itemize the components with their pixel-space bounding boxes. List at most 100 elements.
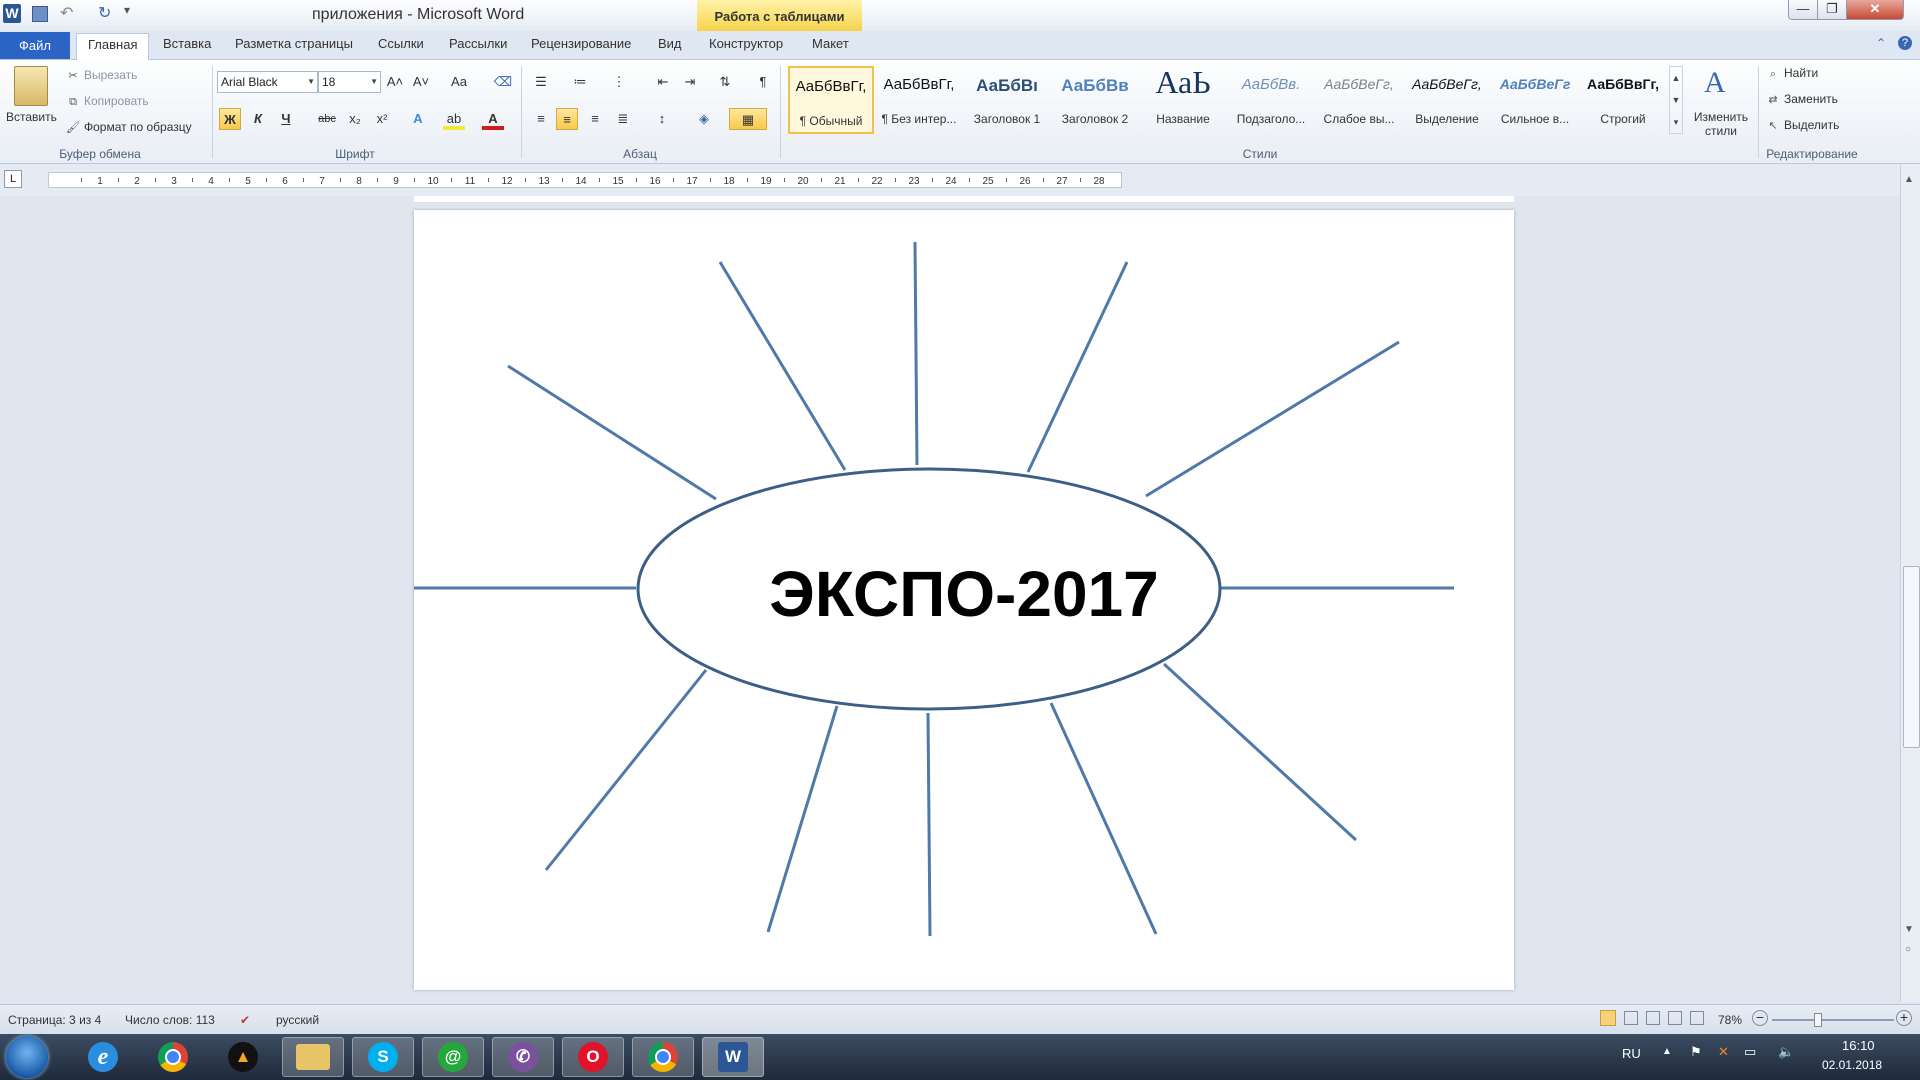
diagram-ray[interactable]: [507, 364, 717, 501]
styles-scroll-arrows[interactable]: ▲ ▼ ▾: [1669, 66, 1683, 134]
language-indicator[interactable]: русский: [276, 1013, 319, 1027]
diagram-title[interactable]: ЭКСПО-2017: [769, 558, 1158, 630]
font-color-icon[interactable]: A: [482, 108, 504, 130]
italic-button[interactable]: К: [247, 108, 269, 130]
change-case-button[interactable]: Aa: [448, 71, 470, 93]
web-view-icon[interactable]: [1646, 1011, 1660, 1025]
strikethrough-button[interactable]: abc: [316, 108, 338, 130]
change-styles-button[interactable]: Изменить стили: [1688, 110, 1754, 138]
style-title[interactable]: АаЬ Название: [1140, 64, 1226, 134]
document-page[interactable]: ЭКСПО-2017: [414, 210, 1514, 990]
network-icon[interactable]: ▭: [1744, 1044, 1756, 1060]
font-size-combo[interactable]: 18 ▼: [318, 71, 381, 93]
tab-mailings[interactable]: Рассылки: [449, 36, 507, 51]
diagram-ray[interactable]: [1026, 261, 1129, 473]
outline-view-icon[interactable]: [1668, 1011, 1682, 1025]
diagram-ray[interactable]: [913, 241, 919, 466]
vertical-scrollbar[interactable]: ▲ ▼ ○: [1900, 164, 1920, 1002]
subscript-button[interactable]: x₂: [344, 108, 366, 130]
customize-toolbar-icon[interactable]: ▾: [124, 3, 130, 23]
style-strong[interactable]: АаБбВвГг, Строгий: [1580, 66, 1666, 134]
zoom-slider-track[interactable]: [1772, 1013, 1894, 1027]
scroll-thumb[interactable]: [1903, 566, 1920, 748]
find-button[interactable]: ⌕ Найти: [1766, 66, 1818, 80]
style-no-spacing[interactable]: АаБбВвГг, ¶ Без интер...: [876, 66, 962, 134]
zoom-out-icon[interactable]: −: [1752, 1010, 1768, 1026]
browse-object-icon[interactable]: ○: [1905, 944, 1911, 955]
draft-view-icon[interactable]: [1690, 1011, 1704, 1025]
save-icon[interactable]: [32, 6, 48, 22]
style-subtitle[interactable]: АаБбВв. Подзаголо...: [1228, 66, 1314, 134]
tray-show-hidden-icon[interactable]: ▲: [1662, 1046, 1672, 1057]
grow-font-button[interactable]: A˄: [384, 71, 406, 93]
tab-table-design[interactable]: Конструктор: [709, 36, 783, 51]
paste-button[interactable]: Вставить: [6, 110, 57, 124]
sort-icon[interactable]: ⇅: [714, 71, 736, 93]
line-spacing-icon[interactable]: ↕: [651, 108, 673, 130]
justify-icon[interactable]: ≣: [612, 108, 634, 130]
file-explorer-icon[interactable]: [282, 1037, 344, 1077]
show-formatting-icon[interactable]: ¶: [752, 71, 774, 93]
agent-mail-icon[interactable]: @: [422, 1037, 484, 1077]
tab-insert[interactable]: Вставка: [163, 36, 211, 51]
word-app-icon[interactable]: W: [3, 4, 21, 23]
style-normal[interactable]: АаБбВвГг, ¶ Обычный: [788, 66, 874, 134]
format-painter-button[interactable]: 🖌 Формат по образцу: [66, 120, 192, 134]
zoom-in-icon[interactable]: +: [1896, 1010, 1912, 1026]
expo-diagram[interactable]: ЭКСПО-2017: [414, 210, 1514, 990]
zoom-slider-thumb[interactable]: [1814, 1013, 1823, 1027]
decrease-indent-icon[interactable]: ⇤: [652, 71, 674, 93]
bullets-icon[interactable]: ☰: [530, 71, 552, 93]
word-taskbar-icon[interactable]: W: [702, 1037, 764, 1077]
borders-icon[interactable]: ▦: [729, 108, 767, 130]
shrink-font-button[interactable]: A˅: [410, 71, 432, 93]
diagram-ray[interactable]: [544, 669, 708, 871]
action-center-flag-icon[interactable]: ⚑: [1690, 1044, 1702, 1060]
increase-indent-icon[interactable]: ⇥: [679, 71, 701, 93]
opera-icon[interactable]: O: [562, 1037, 624, 1077]
paste-icon[interactable]: [14, 66, 48, 106]
highlight-icon[interactable]: ab: [443, 108, 465, 130]
diagram-ray[interactable]: [718, 261, 847, 471]
close-button[interactable]: ✕: [1846, 0, 1904, 20]
align-left-icon[interactable]: ≡: [530, 108, 552, 130]
internet-explorer-icon[interactable]: e: [72, 1037, 134, 1077]
font-name-combo[interactable]: Arial Black ▼: [217, 71, 318, 93]
underline-button[interactable]: Ч: [275, 108, 297, 130]
tab-selector[interactable]: L: [4, 170, 22, 188]
tray-app-icon[interactable]: ✕: [1718, 1044, 1729, 1060]
shading-icon[interactable]: ◈: [693, 108, 715, 130]
zoom-level[interactable]: 78%: [1718, 1013, 1742, 1027]
skype-icon[interactable]: S: [352, 1037, 414, 1077]
change-styles-icon[interactable]: A: [1704, 66, 1726, 100]
style-heading2[interactable]: АаБбВв Заголовок 2: [1052, 66, 1138, 134]
diagram-ray[interactable]: [1162, 662, 1358, 842]
scroll-up-icon[interactable]: ▲: [1904, 174, 1914, 185]
chrome-icon[interactable]: [142, 1037, 204, 1077]
word-count[interactable]: Число слов: 113: [125, 1013, 215, 1027]
tray-time[interactable]: 16:10: [1842, 1038, 1875, 1053]
proofing-icon[interactable]: ✔: [240, 1013, 250, 1027]
page-count[interactable]: Страница: 3 из 4: [8, 1013, 101, 1027]
select-button[interactable]: ↖ Выделить: [1766, 118, 1839, 132]
undo-icon[interactable]: ↶: [60, 3, 73, 23]
redo-icon[interactable]: ↻: [98, 3, 111, 23]
horizontal-ruler[interactable]: 1 2 3 4 5 6 7 8 9 10 11 12 13 14 15 16 17 18 19 20 21 22 23 24 2…: [48, 172, 1122, 188]
copy-button[interactable]: ⧉ Копировать: [66, 94, 149, 108]
superscript-button[interactable]: x²: [371, 108, 393, 130]
volume-icon[interactable]: 🔈: [1778, 1044, 1794, 1060]
style-heading1[interactable]: АаБбВı Заголовок 1: [964, 66, 1050, 134]
help-icon[interactable]: ?: [1898, 36, 1912, 50]
start-button[interactable]: [6, 1036, 48, 1078]
tab-table-layout[interactable]: Макет: [812, 36, 849, 51]
diagram-ray[interactable]: [926, 712, 932, 937]
diagram-ray[interactable]: [1145, 340, 1400, 498]
align-right-icon[interactable]: ≡: [584, 108, 606, 130]
tab-page-layout[interactable]: Разметка страницы: [235, 36, 353, 51]
viber-icon[interactable]: ✆: [492, 1037, 554, 1077]
clear-formatting-icon[interactable]: ⌫: [492, 71, 514, 93]
style-intense-emphasis[interactable]: АаБбВеГг Сильное в...: [1492, 66, 1578, 134]
chrome-icon-2[interactable]: [632, 1037, 694, 1077]
style-subtle-emphasis[interactable]: АаБбВеГг, Слабое вы...: [1316, 66, 1402, 134]
tray-date[interactable]: 02.01.2018: [1822, 1058, 1882, 1072]
